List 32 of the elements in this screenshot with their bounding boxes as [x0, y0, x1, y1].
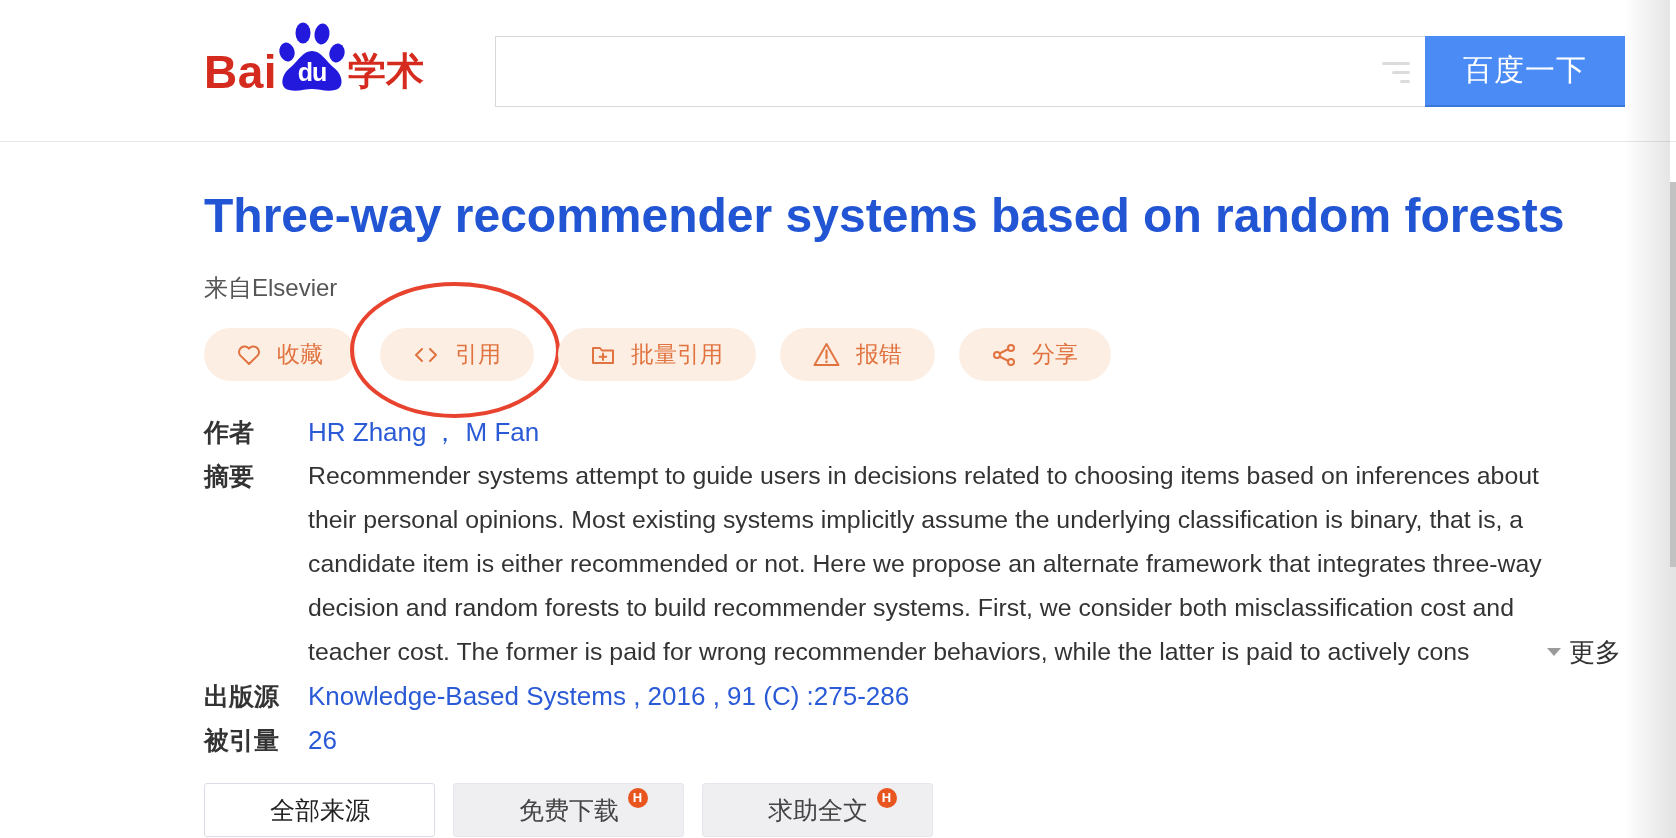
source-tab[interactable]: 求助全文 H	[702, 783, 933, 837]
warning-icon	[813, 342, 840, 367]
author-link[interactable]: M Fan	[465, 417, 540, 447]
scrollbar-thumb[interactable]	[1670, 182, 1676, 567]
source-text: 来自Elsevier	[204, 273, 338, 303]
caret-icon	[1547, 648, 1561, 656]
source-tab[interactable]: 全部来源	[204, 783, 435, 837]
field-label: 作者	[204, 417, 255, 448]
h-badge: H	[876, 788, 897, 808]
filter-icon[interactable]	[1382, 62, 1411, 83]
field-label: 出版源	[204, 681, 280, 712]
logo-text: 学术	[348, 52, 425, 90]
folder-plus-icon	[591, 344, 615, 365]
more-toggle[interactable]: 更多	[1547, 630, 1621, 674]
paper-title[interactable]: Three-way recommender systems based on random forests	[204, 188, 1565, 244]
field-label: 被引量	[204, 725, 280, 756]
source-tab[interactable]: 免费下载 H	[453, 783, 684, 837]
author-link[interactable]: HR Zhang	[308, 417, 427, 447]
value-link[interactable]: 26	[308, 725, 337, 755]
paw-logo: du	[279, 22, 346, 92]
abstract-text: Recommender systems attempt to guide users in decisions related to choosing items based on inferences about their personal opinions. Most existing systems implicitly assume the underlying classification is binary, that is, a candidate item is either recommended or not. Here we propose an alternate framework that integrates three-way decision and random forests to build recommender systems. First, we consider both misclassification cost and teacher cost. The former is paid for wrong recommender behaviors, while the latter is paid to actively cons	[308, 461, 1543, 667]
value-link[interactable]: Knowledge-Based Systems , 2016 , 91 (C) :275-286	[308, 681, 910, 711]
search-button[interactable]: 百度一下	[1425, 36, 1626, 107]
field-label: 摘要	[204, 461, 255, 492]
share-icon	[992, 342, 1016, 367]
search-field[interactable]	[495, 36, 1426, 107]
author-separator: ，	[431, 417, 458, 447]
code-icon	[413, 346, 439, 363]
h-badge: H	[627, 788, 648, 808]
logo-text: Bai	[204, 49, 278, 95]
scrollbar-track[interactable]	[1670, 182, 1676, 838]
heart-icon	[237, 343, 261, 366]
